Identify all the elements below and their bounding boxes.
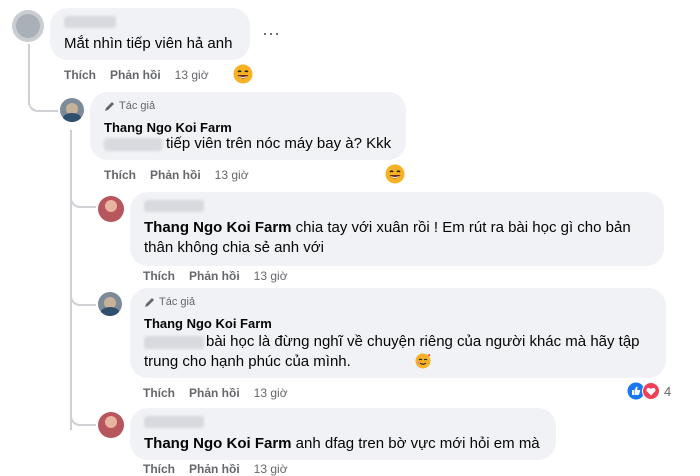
like-button[interactable]: Thích <box>143 462 175 476</box>
comment-actions: Thích Phản hồi 13 giờ <box>143 269 288 283</box>
smiling-hearts-emoji-icon <box>353 353 431 369</box>
reply-button[interactable]: Phản hồi <box>189 462 240 476</box>
author-badge: Tác giả <box>104 100 155 112</box>
thread-connector-3 <box>70 276 96 306</box>
comment-bubble: Mắt nhìn tiếp viên hả anh <box>50 8 250 60</box>
like-button[interactable]: Thích <box>104 168 136 182</box>
avatar[interactable] <box>60 98 84 122</box>
laughing-emoji-icon <box>233 64 253 84</box>
comment-bubble: Tác giả Thang Ngo Koi Farm tiếp viên trê… <box>90 92 406 160</box>
reply-button[interactable]: Phản hồi <box>150 168 201 182</box>
comment-text: bài học là đừng nghĩ về chuyện riêng của… <box>144 333 640 370</box>
blurred-name <box>144 200 204 212</box>
comment-bubble: Tác giả Thang Ngo Koi Farm bài học là đừ… <box>130 288 666 378</box>
thread-connector-4 <box>70 396 96 426</box>
author-name[interactable]: Thang Ngo Koi Farm <box>144 316 272 331</box>
blurred-name <box>144 416 204 428</box>
mention-link[interactable]: Thang Ngo Koi Farm <box>144 219 292 236</box>
reply-button[interactable]: Phản hồi <box>189 386 240 400</box>
pencil-icon <box>105 102 114 111</box>
comment-text: Thang Ngo Koi Farm chia tay với xuân rồi… <box>144 219 631 256</box>
comment-text: tiếp viên trên nóc máy bay à? Kkk <box>166 135 392 152</box>
comment-bubble: Thang Ngo Koi Farm chia tay với xuân rồi… <box>130 192 664 266</box>
comment-actions: Thích Phản hồi 13 giờ <box>104 168 249 182</box>
thread-connector-2 <box>70 178 96 208</box>
love-reaction-icon <box>642 382 660 400</box>
timestamp[interactable]: 13 giờ <box>175 68 209 82</box>
like-button[interactable]: Thích <box>143 269 175 283</box>
comment-text: Thang Ngo Koi Farm anh dfag tren bờ vực … <box>144 435 540 452</box>
author-badge: Tác giả <box>144 296 195 308</box>
author-name[interactable]: Thang Ngo Koi Farm <box>104 120 232 135</box>
comment-actions: Thích Phản hồi 13 giờ <box>64 68 209 82</box>
more-options-icon[interactable]: ⋯ <box>262 24 280 45</box>
laughing-emoji-icon <box>385 164 405 184</box>
reply-button[interactable]: Phản hồi <box>110 68 161 82</box>
comment-bubble: Thang Ngo Koi Farm anh dfag tren bờ vực … <box>130 408 556 460</box>
avatar[interactable] <box>98 196 124 222</box>
reactions-summary[interactable]: 4 <box>627 382 671 400</box>
timestamp[interactable]: 13 giờ <box>215 168 249 182</box>
like-button[interactable]: Thích <box>64 68 96 82</box>
avatar[interactable] <box>98 292 122 316</box>
pencil-icon <box>145 298 154 307</box>
reaction-count: 4 <box>664 383 672 399</box>
blurred-mention <box>104 138 162 151</box>
comment-actions: Thích Phản hồi 13 giờ <box>143 386 288 400</box>
blurred-name <box>64 16 116 28</box>
avatar[interactable] <box>12 10 44 42</box>
reply-button[interactable]: Phản hồi <box>189 269 240 283</box>
timestamp[interactable]: 13 giờ <box>254 386 288 400</box>
mention-link[interactable]: Thang Ngo Koi Farm <box>144 435 292 452</box>
timestamp[interactable]: 13 giờ <box>254 462 288 476</box>
timestamp[interactable]: 13 giờ <box>254 269 288 283</box>
avatar[interactable] <box>98 412 124 438</box>
thread-connector-1 <box>28 70 58 112</box>
comment-text: Mắt nhìn tiếp viên hả anh <box>64 35 233 52</box>
comment-actions: Thích Phản hồi 13 giờ <box>143 462 288 476</box>
like-button[interactable]: Thích <box>143 386 175 400</box>
